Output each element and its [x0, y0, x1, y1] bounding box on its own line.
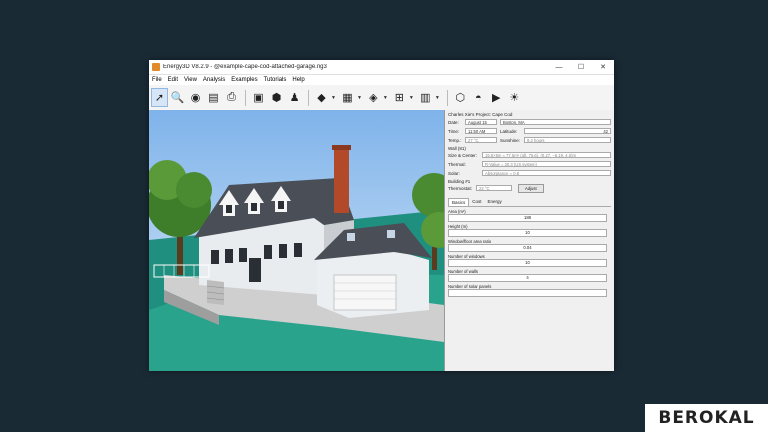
print-icon[interactable]: ⎙ [223, 88, 240, 107]
latitude-field[interactable]: 42 [524, 128, 611, 134]
size-label: Size & Center: [448, 152, 478, 158]
solar-label: Solar: [448, 170, 460, 176]
menu-file[interactable]: File [149, 77, 165, 83]
temp-label: Temp.: [448, 137, 462, 143]
toolbar: ➚ 🔍 ◉ ▤ ⎙ ▣ ⬢ ♟ ◆ ▼ ▦ ▼ ◈ ▼ ⊞ ▼ ▥ ▼ ⬡ ◓ … [149, 85, 614, 111]
tab-energy[interactable]: Energy [485, 198, 505, 206]
chevron-down-icon[interactable]: ▼ [357, 95, 362, 101]
main-area: Charles Xie's Project: Cape Cod Date: Au… [149, 110, 614, 371]
sunshine-field: 9.2 hours [524, 137, 611, 143]
prop-height: Height (m) 10 [448, 224, 611, 237]
foundation-icon[interactable]: ▣ [250, 88, 267, 107]
menu-tutorials[interactable]: Tutorials [261, 77, 290, 83]
box-icon[interactable]: ⬢ [268, 88, 285, 107]
temp-field: 27 °C [465, 137, 497, 143]
title-bar: Energy3D V8.2.9 - @example-cape-cod-atta… [149, 60, 614, 75]
menu-analysis[interactable]: Analysis [200, 77, 228, 83]
sunshine-label: Sunshine: [500, 137, 521, 143]
chevron-down-icon[interactable]: ▼ [435, 95, 440, 101]
prop-walls: Number of walls 4 [448, 269, 611, 282]
lightbulb-icon[interactable]: ☀ [506, 88, 523, 107]
prop-value: 10 [448, 229, 607, 237]
time-label: Time: [448, 128, 460, 134]
window-title: Energy3D V8.2.9 - @example-cape-cod-atta… [163, 64, 327, 70]
toolbar-separator [245, 89, 246, 106]
solar-field: Absorptance = 0.8 [482, 170, 611, 176]
house-scene [149, 110, 444, 371]
prop-value: 0.04 [448, 244, 607, 252]
thermostat-label: Thermostat: [448, 185, 473, 191]
time-field[interactable]: 11:50 AM [465, 128, 497, 134]
prop-area: Area (m²) 188 [448, 209, 611, 222]
menu-bar: File Edit View Analysis Examples Tutoria… [149, 75, 614, 85]
toolbar-separator [308, 89, 309, 106]
date-field[interactable]: August 15 [465, 119, 497, 125]
chevron-down-icon[interactable]: ▼ [383, 95, 388, 101]
properties-panel: Charles Xie's Project: Cape Cod Date: Au… [444, 110, 614, 371]
watermark-logo: BEROKAL [645, 404, 768, 432]
zoom-icon[interactable]: 🔍 [169, 88, 186, 107]
select-arrow-icon[interactable]: ➚ [151, 88, 168, 107]
3d-scene-view[interactable] [149, 110, 444, 371]
minimize-button[interactable]: — [548, 60, 570, 74]
prop-value: 188 [448, 214, 607, 222]
roof-icon[interactable]: ◆ [313, 88, 330, 107]
solar-panel-icon[interactable]: ▥ [417, 88, 434, 107]
maximize-button[interactable]: ☐ [570, 60, 592, 74]
thermostat-field: 22 °C [476, 185, 512, 191]
menu-examples[interactable]: Examples [228, 77, 260, 83]
location-select[interactable]: Boston, MA [500, 119, 611, 125]
prop-value: 10 [448, 259, 607, 267]
window-icon[interactable]: ⊞ [391, 88, 408, 107]
play-simulation-icon[interactable]: ▶ [488, 88, 505, 107]
cube-icon[interactable]: ⬡ [452, 88, 469, 107]
menu-edit[interactable]: Edit [165, 77, 181, 83]
chevron-down-icon[interactable]: ▼ [409, 95, 414, 101]
latitude-label: Latitude: [500, 128, 518, 134]
prop-value [448, 289, 607, 297]
app-icon [152, 63, 160, 71]
menu-view[interactable]: View [181, 77, 200, 83]
rotate-view-icon[interactable]: ◉ [187, 88, 204, 107]
wall-icon[interactable]: ▦ [339, 88, 356, 107]
project-header: Charles Xie's Project: Cape Cod [448, 112, 513, 117]
prop-solar-panels: Number of solar panels [448, 284, 611, 297]
prop-window-floor-ratio: Window/floor area ratio 0.04 [448, 239, 611, 252]
size-field: 15.5×5m ≈ 77.5m² (aft. 75.6), (0.27, −6.… [482, 152, 611, 158]
close-button[interactable]: ✕ [592, 60, 614, 74]
tab-cost[interactable]: Cost [469, 198, 484, 206]
adjust-button[interactable]: Adjust [518, 183, 544, 193]
human-icon[interactable]: ♟ [286, 88, 303, 107]
thermal-label: Thermal: [448, 161, 466, 167]
energy3d-window: Energy3D V8.2.9 - @example-cape-cod-atta… [149, 60, 614, 371]
toolbar-separator [446, 89, 448, 106]
tab-basics[interactable]: Basics [448, 198, 470, 206]
sun-dome-icon[interactable]: ◓ [470, 88, 487, 107]
menu-help[interactable]: Help [289, 77, 307, 83]
prop-windows: Number of windows 10 [448, 254, 611, 267]
date-label: Date: [448, 119, 459, 125]
chevron-down-icon[interactable]: ▼ [331, 95, 336, 101]
hip-roof-icon[interactable]: ◈ [365, 88, 382, 107]
view-mode-icon[interactable]: ▤ [205, 88, 222, 107]
tab-bar: Basics Cost Energy [448, 198, 611, 207]
prop-value: 4 [448, 274, 607, 282]
thermal-field: R-Value = 20.3 (US system) [482, 161, 611, 167]
